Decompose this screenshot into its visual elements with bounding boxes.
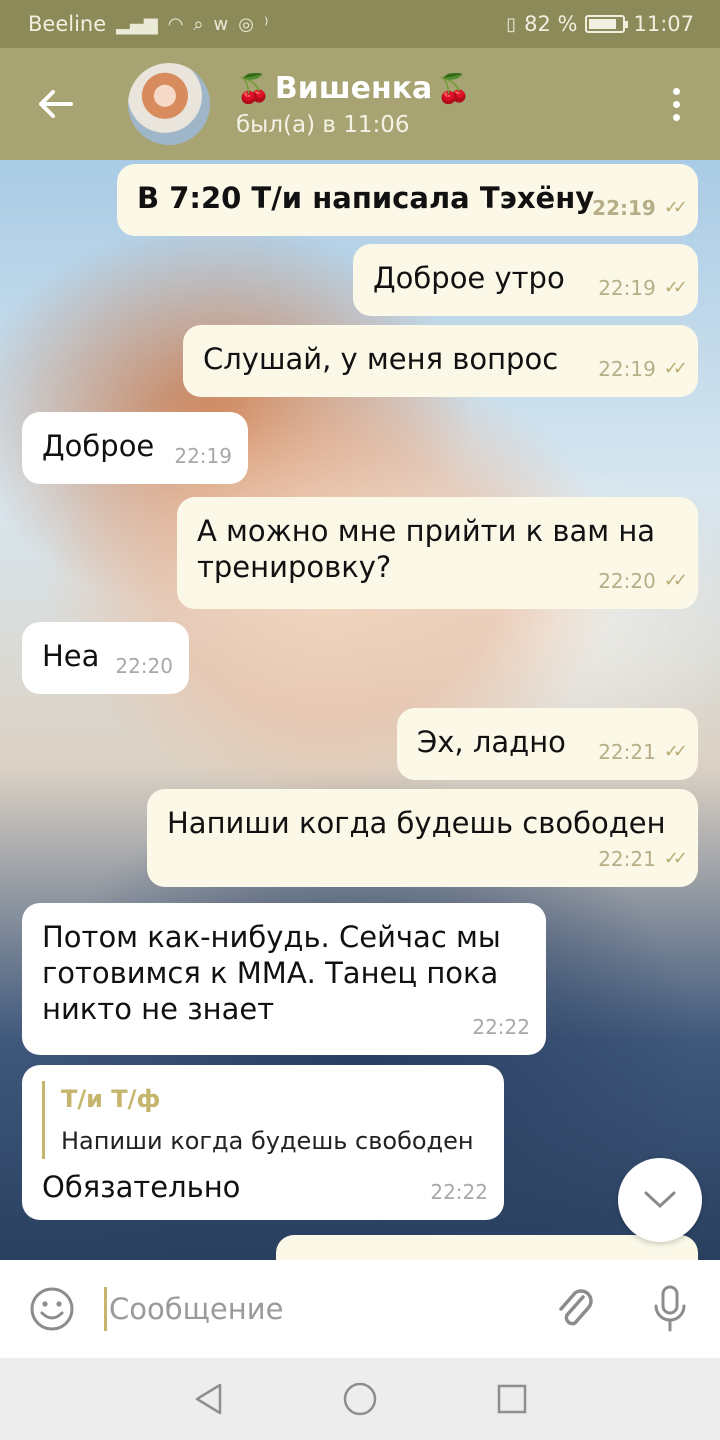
reply-quote[interactable]: Т/и Т/ф Напиши когда будешь свободен <box>42 1081 484 1159</box>
chat-name: Вишенка <box>274 70 433 106</box>
scroll-down-button[interactable] <box>618 1158 702 1242</box>
read-checks-icon: ✓✓ <box>663 570 688 591</box>
message-bubble[interactable]: Доброе 22:19 <box>22 412 248 484</box>
message-time: 22:20 <box>115 654 173 678</box>
battery-icon <box>585 15 629 33</box>
message-bubble-partial[interactable] <box>276 1235 698 1260</box>
cherry-icon: 🍒 <box>236 71 271 105</box>
chat-header: 🍒 Вишенка 🍒 был(а) в 11:06 <box>0 48 720 160</box>
nav-home-icon[interactable] <box>342 1381 378 1417</box>
system-nav-bar <box>0 1358 720 1440</box>
read-checks-icon: ✓✓ <box>663 741 688 762</box>
message-bubble[interactable]: Доброе утро 22:19 ✓✓ <box>353 244 698 316</box>
message-bubble[interactable]: Слушай, у меня вопрос 22:19 ✓✓ <box>183 325 698 397</box>
message-input[interactable]: Сообщение <box>104 1287 530 1331</box>
message-bubble[interactable]: Потом как-нибудь. Сейчас мы готовимся к … <box>22 903 546 1055</box>
message-bubble[interactable]: Т/и Т/ф Напиши когда будешь свободен Обя… <box>22 1065 504 1220</box>
message-bubble[interactable]: В 7:20 Т/и написала Тэхёну 22:19 ✓✓ <box>117 164 698 236</box>
rss-icon: ⁾ <box>263 13 269 35</box>
reply-text: Напиши когда будешь свободен <box>61 1127 474 1155</box>
attach-icon <box>559 1289 593 1326</box>
back-button[interactable] <box>0 48 110 160</box>
chat-area[interactable]: В 7:20 Т/и написала Тэхёну 22:19 ✓✓ Добро… <box>0 160 720 1260</box>
message-time: 22:22 <box>430 1180 488 1204</box>
mic-icon <box>654 1285 686 1332</box>
message-time: 22:19 <box>598 357 656 381</box>
avatar[interactable] <box>128 63 210 145</box>
back-arrow-icon <box>39 90 73 118</box>
message-text: Обязательно <box>42 1170 241 1204</box>
read-checks-icon: ✓✓ <box>663 358 688 379</box>
chat-title-block[interactable]: 🍒 Вишенка 🍒 был(а) в 11:06 <box>236 71 471 138</box>
more-vert-icon[interactable] <box>673 88 680 121</box>
search-icon: ⌕ <box>193 13 204 35</box>
battery-percent: 82 % <box>524 12 578 36</box>
signal-icon: ▂▄▆ <box>116 13 158 35</box>
last-seen: был(а) в 11:06 <box>236 111 410 138</box>
chat-title: 🍒 Вишенка 🍒 <box>236 71 471 106</box>
message-bubble[interactable]: Напиши когда будешь свободен 22:21 ✓✓ <box>147 789 698 887</box>
nav-recents-icon[interactable] <box>496 1383 528 1415</box>
scroll-down-icon <box>644 1191 676 1209</box>
message-time: 22:19 <box>174 444 232 468</box>
message-time: 22:19 <box>598 276 656 300</box>
attach-button[interactable] <box>530 1285 620 1333</box>
message-time: 22:21 <box>598 847 656 871</box>
vibrate-icon: ▯ <box>506 13 517 35</box>
message-input-bar: Сообщение <box>0 1260 720 1358</box>
read-checks-icon: ✓✓ <box>663 277 688 298</box>
status-bar: Beeline ▂▄▆ ◠ ⌕ w ◎ ⁾ ▯ 82 % 11:07 <box>0 0 720 48</box>
read-checks-icon: ✓✓ <box>663 197 688 218</box>
message-text: Напиши когда будешь свободен <box>167 806 666 840</box>
message-bubble[interactable]: Эх, ладно 22:21 ✓✓ <box>397 708 698 780</box>
reply-author: Т/и Т/ф <box>61 1085 161 1113</box>
clock: 11:07 <box>633 12 694 36</box>
app-icon: w <box>213 13 229 35</box>
mic-button[interactable] <box>620 1284 720 1334</box>
carrier-name: Beeline <box>28 12 107 36</box>
wifi-icon: ◠ <box>167 13 184 35</box>
nav-back-icon[interactable] <box>192 1382 224 1416</box>
message-bubble[interactable]: А можно мне прийти к вам на тренировку? … <box>177 497 698 609</box>
emoji-icon <box>30 1287 74 1331</box>
read-checks-icon: ✓✓ <box>663 848 688 869</box>
message-time: 22:22 <box>472 1015 530 1039</box>
emoji-button[interactable] <box>0 1285 104 1333</box>
message-bubble[interactable]: Неа 22:20 <box>22 622 189 694</box>
message-time: 22:20 <box>598 569 656 593</box>
instagram-icon: ◎ <box>238 13 254 35</box>
message-time: 22:19 <box>592 196 656 220</box>
message-text: Потом как-нибудь. Сейчас мы готовимся к … <box>42 920 501 1026</box>
message-time: 22:21 <box>598 740 656 764</box>
cherry-icon: 🍒 <box>436 71 472 105</box>
